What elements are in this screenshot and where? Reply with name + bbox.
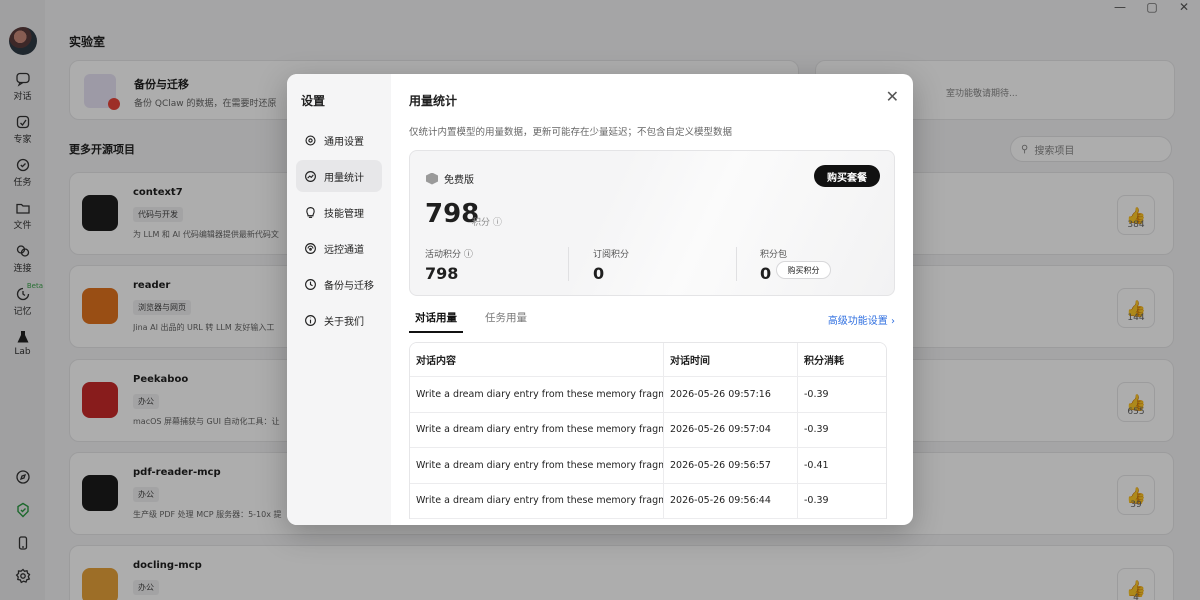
backup-icon [305,278,316,290]
cell-content: Write a dream diary entry from these mem… [410,377,664,412]
menu-backup-migrate[interactable]: 备份与迁移 [296,268,382,300]
cell-content: Write a dream diary entry from these mem… [410,448,664,483]
panel-title: 用量统计 [409,94,458,108]
table-row: Write a dream diary entry from these mem… [410,377,886,413]
settings-modal: 设置 通用设置 用量统计 技能管理 远控通道 备份与迁移 关于我们 用量统计 ✕… [287,74,913,525]
tab-task-usage[interactable]: 任务用量 [479,308,533,333]
header-time: 对话时间 [664,343,798,376]
plan-name: 免费版 [444,175,474,186]
cell-time: 2026-05-26 09:57:04 [664,412,798,447]
close-icon[interactable]: ✕ [886,87,899,106]
settings-sidebar: 设置 通用设置 用量统计 技能管理 远控通道 备份与迁移 关于我们 [287,74,391,525]
plan-hex-icon [426,172,438,185]
usage-table: 对话内容 对话时间 积分消耗 Write a dream diary entry… [409,342,887,519]
app-window: 对话 专家 任务 文件 连接 Beta 记忆 Lab — ▢ ✕ 实验室 备份与… [0,0,1200,600]
cell-time: 2026-05-26 09:56:44 [664,483,798,518]
buy-plan-button[interactable]: 购买套餐 [814,165,880,187]
table-header: 对话内容 对话时间 积分消耗 [410,343,886,377]
menu-remote-channel[interactable]: 远控通道 [296,232,382,264]
remote-icon [305,242,316,254]
cell-cost: -0.39 [804,424,829,436]
tab-chat-usage[interactable]: 对话用量 [409,308,463,333]
menu-usage-stats[interactable]: 用量统计 [296,160,382,192]
stat-value: 798 [425,264,459,283]
divider [736,247,737,281]
skill-icon [306,206,315,218]
table-row: Write a dream diary entry from these mem… [410,412,886,448]
menu-general-settings[interactable]: 通用设置 [296,124,382,156]
stat-label: 积分包 [760,250,788,260]
header-cost: 积分消耗 [804,356,844,367]
menu-label: 关于我们 [324,316,364,328]
menu-label: 技能管理 [324,208,364,220]
stat-subscription-points: 订阅积分 0 [593,247,629,283]
usage-tabs: 对话用量 任务用量 [409,308,533,333]
menu-label: 备份与迁移 [324,280,374,292]
usage-stats-panel: 用量统计 ✕ 仅统计内置模型的用量数据，更新可能存在少量延迟；不包含自定义模型数… [391,74,913,525]
info-icon[interactable]: ⓘ [464,250,473,260]
cell-cost: -0.41 [804,459,829,471]
table-row: Write a dream diary entry from these mem… [410,483,886,519]
points-unit: 积分 ⓘ [472,215,502,228]
cell-time: 2026-05-26 09:57:16 [664,377,798,412]
table-row: Write a dream diary entry from these mem… [410,448,886,484]
divider [568,247,569,281]
plan-card: 免费版 购买套餐 798 积分 ⓘ 活动积分 ⓘ 798 订阅积分 0 积分包 … [409,150,895,296]
stat-point-pack: 积分包 0 购买积分 [760,247,880,287]
stat-active-points: 活动积分 ⓘ 798 [425,247,473,283]
header-content: 对话内容 [410,343,664,376]
panel-note: 仅统计内置模型的用量数据，更新可能存在少量延迟；不包含自定义模型数据 [409,127,733,138]
info-icon [305,314,316,326]
cell-cost: -0.39 [804,388,829,400]
buy-points-button[interactable]: 购买积分 [776,261,831,279]
cell-cost: -0.39 [804,495,829,507]
info-icon[interactable]: ⓘ [493,218,502,228]
cell-content: Write a dream diary entry from these mem… [410,483,664,518]
cell-content: Write a dream diary entry from these mem… [410,412,664,447]
menu-label: 通用设置 [324,136,364,148]
menu-skill-management[interactable]: 技能管理 [296,196,382,228]
menu-about-us[interactable]: 关于我们 [296,304,382,336]
plan-badge: 免费版 [426,171,474,186]
stat-value: 0 [593,264,605,283]
chevron-right-icon: › [891,316,895,327]
points-unit-label: 积分 [472,218,491,228]
stat-label: 订阅积分 [593,250,630,260]
advanced-settings-label: 高级功能设置 [827,316,888,327]
cell-time: 2026-05-26 09:56:57 [664,448,798,483]
menu-label: 用量统计 [324,172,364,184]
advanced-settings-link[interactable]: 高级功能设置 › [828,312,895,327]
stat-label: 活动积分 [425,250,462,260]
menu-label: 远控通道 [324,244,364,256]
settings-icon [305,134,316,146]
settings-title: 设置 [301,94,326,108]
stats-icon [305,170,316,182]
